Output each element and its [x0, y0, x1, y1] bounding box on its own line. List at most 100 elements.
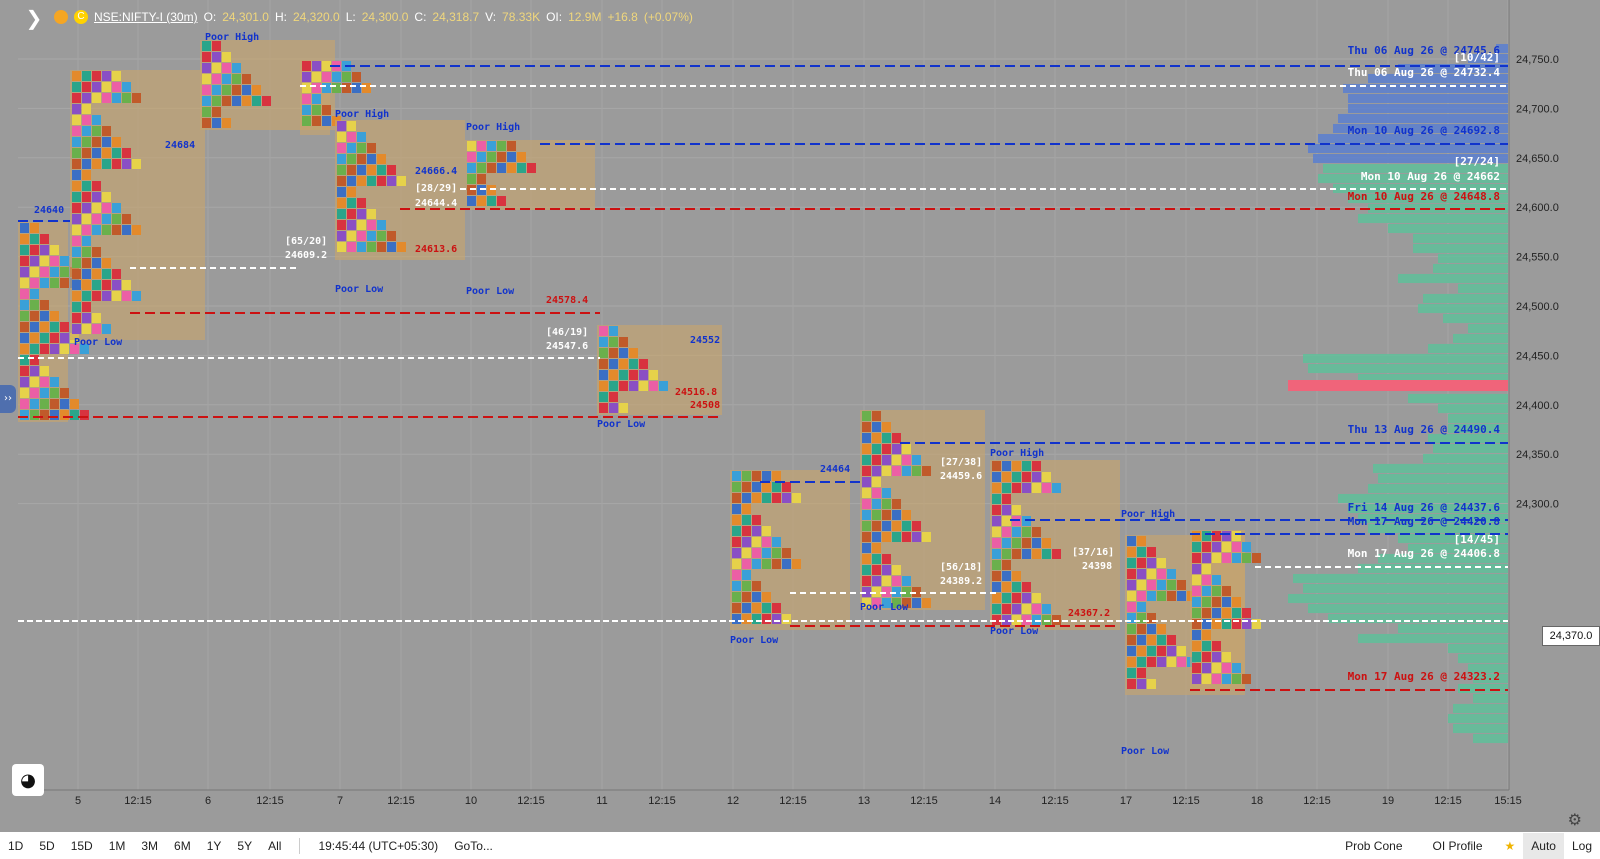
tpo-letter-cell [1212, 542, 1221, 552]
tpo-letter-cell [30, 399, 39, 409]
tpo-letter-cell [1052, 549, 1061, 559]
goto-button[interactable]: GoTo... [446, 839, 501, 853]
tpo-letter-cell [30, 223, 39, 233]
tpo-letter-cell [82, 247, 91, 257]
side-panel-toggle[interactable]: ›› [0, 385, 16, 413]
tpo-letter-cell [112, 137, 121, 147]
currency-icon: C [74, 10, 88, 24]
tpo-letter-cell [40, 311, 49, 321]
session-label: Poor High [466, 121, 520, 133]
tpo-letter-cell [1012, 505, 1021, 515]
tpo-letter-cell [367, 143, 376, 153]
expand-chevron-icon[interactable]: ❯ [24, 6, 44, 30]
volume-profile-bar [1458, 684, 1508, 693]
favorite-star-icon[interactable]: ★ [1497, 839, 1524, 853]
tpo-letter-cell [202, 107, 211, 117]
range-1y[interactable]: 1Y [199, 839, 230, 853]
tpo-letter-cell [1147, 657, 1156, 667]
volume-profile-bar [1423, 454, 1508, 463]
tpo-letter-cell [992, 494, 1001, 504]
tpo-letter-cell [1222, 597, 1231, 607]
tpo-letter-cell [892, 532, 901, 542]
tpo-letter-cell [347, 209, 356, 219]
tpo-letter-cell [862, 532, 871, 542]
tpo-letter-cell [1002, 527, 1011, 537]
tpo-letter-cell [1147, 580, 1156, 590]
tpo-letter-cell [357, 176, 366, 186]
prob-cone-button[interactable]: Prob Cone [1337, 839, 1410, 853]
tpo-letter-cell [882, 521, 891, 531]
tpo-letter-cell [772, 482, 781, 492]
tpo-letter-cell [1012, 483, 1021, 493]
session-label: 24389.2 [940, 576, 982, 587]
tpo-letter-cell [322, 116, 331, 126]
log-scale-button[interactable]: Log [1564, 839, 1600, 853]
level-label: Mon 17 Aug 26 @ 24420.8 [1348, 515, 1500, 528]
tpo-letter-cell [347, 121, 356, 131]
tpo-letter-cell [92, 71, 101, 81]
tpo-letter-cell [1137, 668, 1146, 678]
clock-label[interactable]: 19:45:44 (UTC+05:30) [310, 839, 446, 853]
tpo-letter-cell [782, 548, 791, 558]
tpo-letter-cell [72, 71, 81, 81]
price-tick-label: 24,300.0 [1516, 499, 1559, 511]
time-tick-label: 12:15 [1303, 795, 1331, 807]
tpo-letter-cell [629, 381, 638, 391]
tpo-letter-cell [517, 163, 526, 173]
tpo-letter-cell [1192, 531, 1201, 541]
session-label: 24644.4 [415, 198, 457, 209]
tpo-letter-cell [1022, 593, 1031, 603]
tpo-letter-cell [992, 505, 1001, 515]
tpo-letter-cell [922, 466, 931, 476]
volume-profile-bar [1423, 294, 1508, 303]
tpo-letter-cell [347, 220, 356, 230]
tpo-letter-cell [40, 399, 49, 409]
tpo-letter-cell [742, 482, 751, 492]
tpo-letter-cell [92, 225, 101, 235]
range-3m[interactable]: 3M [133, 839, 166, 853]
tpo-letter-cell [762, 559, 771, 569]
symbol-label[interactable]: NSE:NIFTY-I (30m) [94, 10, 198, 24]
range-15d[interactable]: 15D [63, 839, 101, 853]
tpo-letter-cell [1212, 652, 1221, 662]
tpo-letter-cell [1137, 580, 1146, 590]
tpo-letter-cell [1212, 531, 1221, 541]
tpo-letter-cell [742, 504, 751, 514]
tpo-letter-cell [477, 163, 486, 173]
volume-profile-bar [1453, 334, 1508, 343]
range-5y[interactable]: 5Y [229, 839, 260, 853]
tpo-letter-cell [40, 234, 49, 244]
tradingview-logo-icon[interactable]: ◕ [12, 764, 44, 796]
tpo-letter-cell [337, 176, 346, 186]
range-all[interactable]: All [260, 839, 289, 853]
tpo-letter-cell [112, 225, 121, 235]
tpo-letter-cell [102, 71, 111, 81]
tpo-letter-cell [30, 311, 39, 321]
tpo-letter-cell [337, 154, 346, 164]
range-6m[interactable]: 6M [166, 839, 199, 853]
tpo-letter-cell [232, 63, 241, 73]
tpo-letter-cell [357, 132, 366, 142]
range-1d[interactable]: 1D [0, 839, 31, 853]
tpo-letter-cell [212, 85, 221, 95]
tpo-letter-cell [1032, 538, 1041, 548]
oi-profile-button[interactable]: OI Profile [1425, 839, 1491, 853]
auto-scale-button[interactable]: Auto [1523, 832, 1564, 859]
tpo-letter-cell [1202, 674, 1211, 684]
tpo-letter-cell [72, 170, 81, 180]
range-5d[interactable]: 5D [31, 839, 62, 853]
tpo-letter-cell [20, 344, 29, 354]
tpo-letter-cell [732, 515, 741, 525]
tpo-letter-cell [732, 614, 741, 624]
tpo-letter-cell [40, 300, 49, 310]
tpo-letter-cell [1252, 553, 1261, 563]
range-1m[interactable]: 1M [101, 839, 134, 853]
tpo-letter-cell [82, 324, 91, 334]
settings-gear-icon[interactable]: ⚙ [1568, 810, 1582, 829]
market-profile-chart[interactable]: Thu 06 Aug 26 @ 24745.6[10/42]Thu 06 Aug… [0, 0, 1600, 832]
tpo-letter-cell [599, 392, 608, 402]
volume-profile-bar [1473, 694, 1508, 703]
tpo-letter-cell [337, 165, 346, 175]
tpo-letter-cell [912, 598, 921, 608]
tpo-letter-cell [599, 381, 608, 391]
